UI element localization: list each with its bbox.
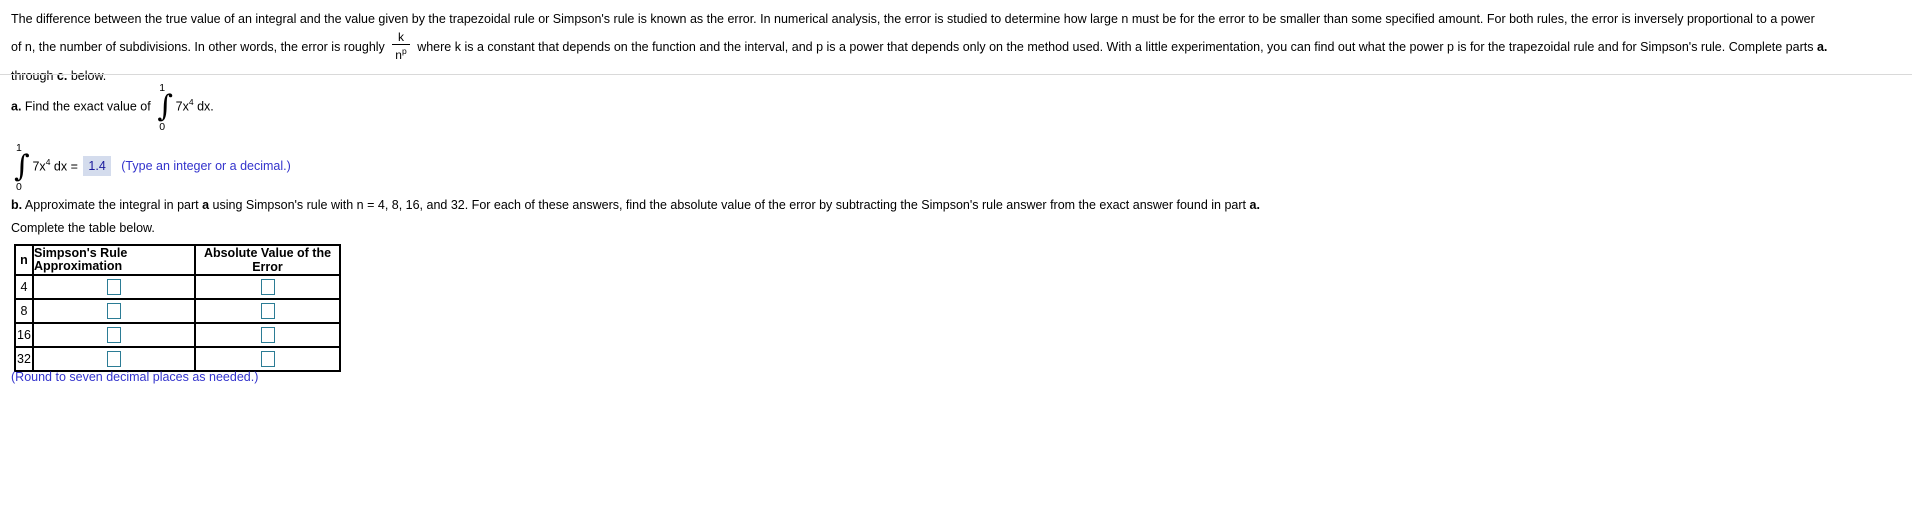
intro-line2-part1: of n, the number of subdivisions. In oth… (11, 40, 385, 54)
answer-equals-sign: = (70, 159, 78, 174)
part-b-text-1: Approximate the integral in part (24, 198, 199, 212)
table-header-error: Absolute Value of the Error (195, 245, 340, 275)
problem-intro: The difference between the true value of… (11, 5, 1901, 90)
table-cell-approximation-8[interactable] (33, 299, 195, 323)
integrand-coefficient: 7x (175, 99, 189, 114)
table-cell-approximation-16[interactable] (33, 323, 195, 347)
table-cell-error-16[interactable] (195, 323, 340, 347)
table-row: 8 (15, 299, 340, 323)
intro-line3-part2: below. (70, 69, 107, 84)
table-cell-error-8[interactable] (195, 299, 340, 323)
table-cell-n-4: 4 (15, 275, 33, 299)
answer-integrand-differential: dx (53, 159, 68, 174)
part-b-bold-a2: a. (1249, 198, 1260, 212)
part-a-text: Find the exact value of (24, 99, 151, 114)
fraction-denominator-exponent: p (401, 46, 407, 57)
table-row: 16 (15, 323, 340, 347)
part-a-answer-field[interactable]: 1.4 (83, 156, 111, 177)
integral-lower-limit: 0 (159, 121, 166, 133)
intro-line2-part2: where k is a constant that depends on th… (417, 40, 1814, 54)
intro-line3-part1: through (11, 69, 54, 84)
fraction-denominator-base: n (395, 48, 402, 63)
approximation-input-n16[interactable] (107, 327, 121, 343)
fraction-bar (392, 44, 410, 46)
intro-bold-c: c. (56, 69, 68, 84)
answer-integral-glyph: ∫ (14, 149, 30, 184)
part-a-prompt: a. Find the exact value of 1 ∫ 0 7x4 dx. (11, 82, 214, 133)
answer-integral-lower-limit: 0 (16, 181, 22, 193)
table-header-approximation: Simpson's Rule Approximation (33, 245, 195, 275)
table-cell-error-32[interactable] (195, 347, 340, 371)
fraction-numerator: k (398, 30, 404, 45)
table-cell-error-4[interactable] (195, 275, 340, 299)
part-a-answer-line: 1 ∫ 0 7x4 dx = 1.4 (Type an integer or a… (11, 142, 291, 193)
table-header-row: n Simpson's Rule Approximation Absolute … (15, 245, 340, 275)
table-cell-approximation-32[interactable] (33, 347, 195, 371)
table-cell-n-16: 16 (15, 323, 33, 347)
table-cell-n-8: 8 (15, 299, 33, 323)
error-input-n8[interactable] (260, 303, 275, 319)
simpsons-rule-table: n Simpson's Rule Approximation Absolute … (14, 244, 341, 372)
error-input-n4[interactable] (260, 279, 275, 295)
answer-integrand-exponent: 4 (45, 157, 51, 168)
part-b-bold-a: a (202, 198, 210, 212)
integrand-differential: dx. (197, 99, 214, 114)
table-row: 32 (15, 347, 340, 371)
integrand-exponent: 4 (188, 97, 194, 108)
part-b-label: b. (11, 198, 23, 212)
approximation-input-n4[interactable] (107, 279, 121, 295)
table-header-approximation-line2: Approximation (34, 259, 123, 273)
table-cell-n-32: 32 (15, 347, 33, 371)
intro-bold-a: a. (1816, 40, 1828, 54)
part-b-text-2: using Simpson's rule with n = 4, 8, 16, … (212, 198, 1247, 212)
table-cell-approximation-4[interactable] (33, 275, 195, 299)
approximation-input-n32[interactable] (107, 351, 121, 367)
complete-table-instruction: Complete the table below. (11, 221, 155, 235)
rounding-note: (Round to seven decimal places as needed… (11, 370, 259, 384)
part-a-label: a. (11, 99, 22, 114)
section-divider (0, 74, 1912, 75)
part-b-prompt: b. Approximate the integral in part a us… (11, 196, 1891, 214)
error-input-n32[interactable] (260, 351, 275, 367)
problem-page: The difference between the true value of… (0, 0, 1912, 520)
table-row: 4 (15, 275, 340, 299)
simpsons-rule-table-wrapper: n Simpson's Rule Approximation Absolute … (14, 244, 341, 372)
fraction-denominator: np (392, 46, 409, 61)
intro-line1: The difference between the true value of… (11, 12, 1815, 26)
integral-symbol-part-a: 1 ∫ 0 (155, 82, 173, 133)
part-a-answer-hint: (Type an integer or a decimal.) (121, 159, 291, 174)
approximation-input-n8[interactable] (107, 303, 121, 319)
error-fraction: k np (392, 30, 410, 61)
table-header-n: n (15, 245, 33, 275)
error-input-n16[interactable] (260, 327, 275, 343)
integral-symbol-answer: 1 ∫ 0 (12, 142, 30, 193)
integral-glyph: ∫ (157, 89, 173, 124)
answer-integrand-coefficient: 7x (32, 159, 46, 174)
